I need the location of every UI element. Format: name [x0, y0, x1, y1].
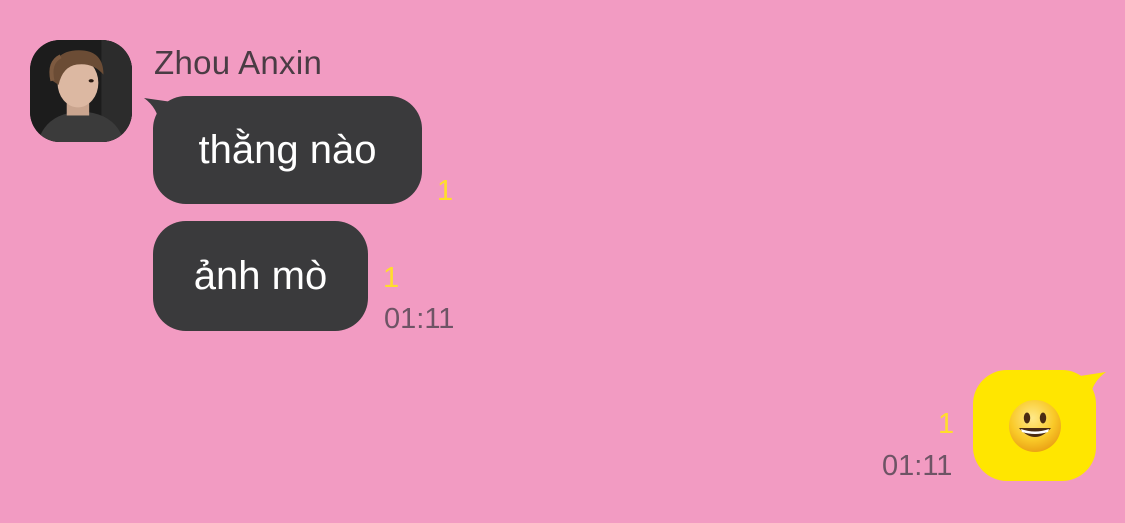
message-text: thằng nào: [198, 127, 377, 172]
incoming-message-bubble[interactable]: ảnh mò: [153, 221, 368, 331]
message-timestamp: 01:11: [882, 450, 953, 482]
unread-count: 1: [383, 262, 400, 294]
message-timestamp: 01:11: [384, 303, 455, 335]
outgoing-message-bubble[interactable]: [973, 370, 1096, 481]
unread-count: 1: [437, 175, 454, 207]
chat-conversation[interactable]: Zhou Anxin thằng nào 1 ảnh mò 1 01:11 1 …: [0, 0, 1125, 523]
avatar-photo-icon: [30, 40, 132, 142]
sender-name: Zhou Anxin: [154, 44, 323, 81]
outgoing-bubble-tail: [1080, 372, 1106, 398]
unread-count: 1: [938, 408, 955, 440]
contact-avatar[interactable]: [30, 40, 132, 142]
incoming-message-bubble[interactable]: thằng nào: [153, 96, 422, 204]
smiley-emoji-icon: [1008, 399, 1061, 452]
message-text: ảnh mò: [193, 253, 328, 298]
